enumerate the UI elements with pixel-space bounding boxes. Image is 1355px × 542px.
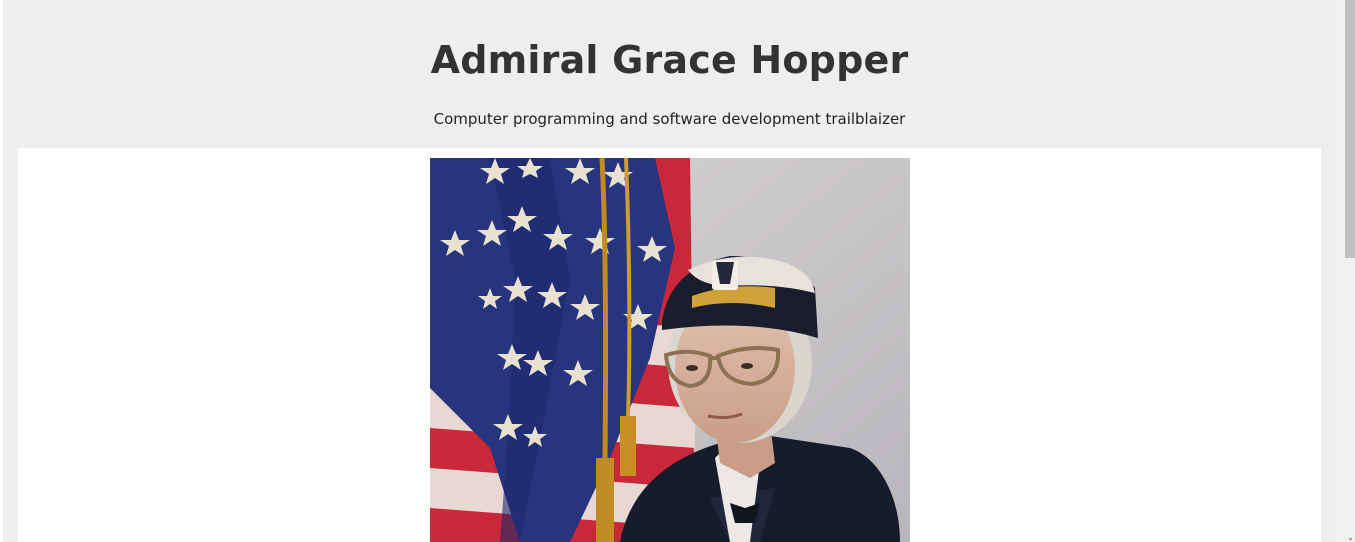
page-main: Admiral Grace Hopper Computer programmin… [3, 0, 1336, 542]
image-panel [18, 148, 1321, 542]
portrait-image [430, 158, 910, 542]
scrollbar-thumb[interactable] [1345, 0, 1355, 258]
chevron-down-icon[interactable]: ⌄ [1346, 533, 1355, 542]
page-title: Admiral Grace Hopper [430, 38, 909, 82]
page-tagline: Computer programming and software develo… [433, 110, 906, 128]
